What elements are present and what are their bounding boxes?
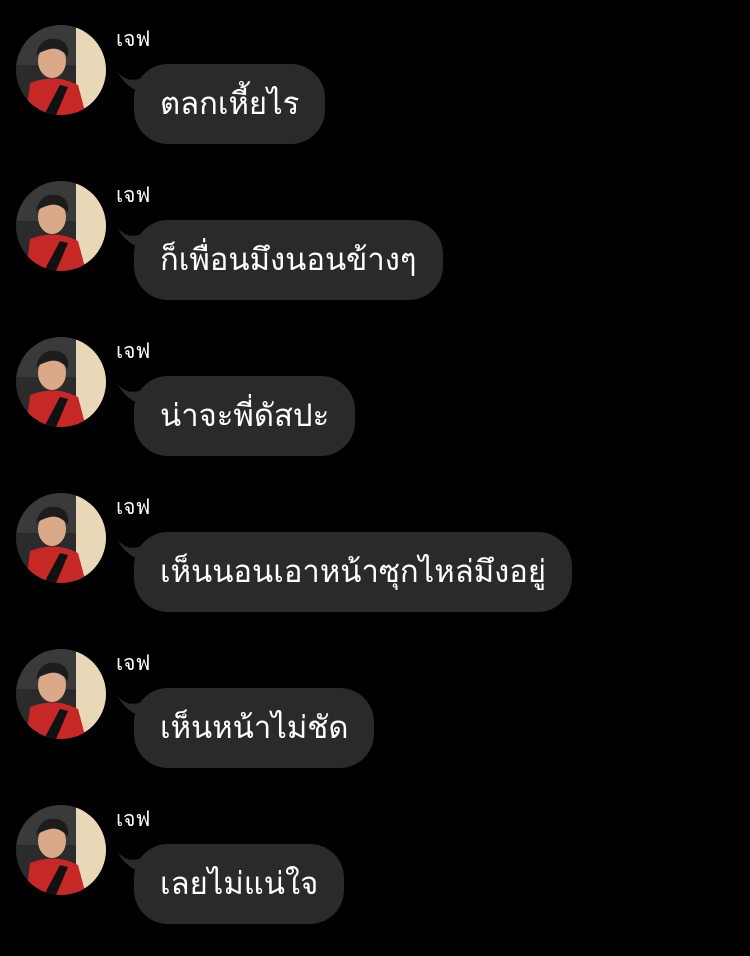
avatar[interactable]: [16, 493, 106, 583]
message-row: เจฟ เห็นหน้าไม่ชัด: [0, 624, 750, 768]
message-row: เจฟ ตลกเหี้ยไร: [0, 0, 750, 144]
message-bubble[interactable]: เลยไม่แน่ใจ: [134, 844, 345, 924]
sender-name: เจฟ: [116, 651, 151, 675]
message-bubble[interactable]: เห็นหน้าไม่ชัด: [134, 688, 375, 768]
profile-photo-icon: [16, 493, 106, 583]
message-row: เจฟ เห็นนอนเอาหน้าซุกไหล่มึงอยู่: [0, 468, 750, 612]
message-row: เจฟ น่าจะพี่ดัสปะ: [0, 312, 750, 456]
chat-thread: เจฟ ตลกเหี้ยไร เจฟ ก็เพื่อนมึงนอนข้างๆ เ…: [0, 0, 750, 956]
profile-photo-icon: [16, 649, 106, 739]
message-bubble[interactable]: เห็นนอนเอาหน้าซุกไหล่มึงอยู่: [134, 532, 573, 612]
avatar[interactable]: [16, 25, 106, 115]
avatar[interactable]: [16, 805, 106, 895]
avatar[interactable]: [16, 337, 106, 427]
profile-photo-icon: [16, 805, 106, 895]
message-bubble[interactable]: น่าจะพี่ดัสปะ: [134, 376, 356, 456]
sender-name: เจฟ: [116, 339, 151, 363]
message-bubble[interactable]: ตลกเหี้ยไร: [134, 64, 326, 144]
profile-photo-icon: [16, 25, 106, 115]
sender-name: เจฟ: [116, 495, 151, 519]
avatar[interactable]: [16, 181, 106, 271]
profile-photo-icon: [16, 337, 106, 427]
message-row: เจฟ ก็เพื่อนมึงนอนข้างๆ: [0, 156, 750, 300]
sender-name: เจฟ: [116, 807, 151, 831]
message-row: เจฟ เลยไม่แน่ใจ: [0, 780, 750, 924]
avatar[interactable]: [16, 649, 106, 739]
message-bubble[interactable]: ก็เพื่อนมึงนอนข้างๆ: [134, 220, 443, 300]
sender-name: เจฟ: [116, 183, 151, 207]
profile-photo-icon: [16, 181, 106, 271]
sender-name: เจฟ: [116, 27, 151, 51]
